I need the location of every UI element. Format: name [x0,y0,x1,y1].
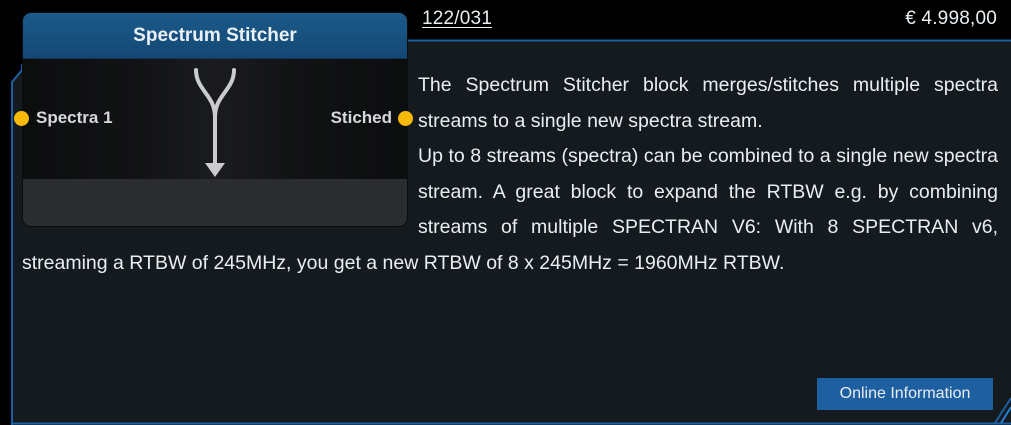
price-label: € 4.998,00 [905,8,997,29]
output-port-label: Stiched [330,108,392,127]
input-port-label: Spectra 1 [36,108,113,127]
online-information-button[interactable]: Online Information [817,378,993,410]
node-title: Spectrum Stitcher [133,25,297,46]
merge-arrow-head [205,163,225,177]
merge-arrow-left-branch [194,68,217,119]
article-number-link[interactable]: 122/031 [422,8,492,30]
merge-arrow-icon [194,68,236,177]
output-port-dot[interactable] [398,111,413,126]
description-paragraph-1: The Spectrum Stitcher block merges/stitc… [418,74,998,132]
input-port-dot[interactable] [14,111,29,126]
merge-arrow-right-branch [213,68,236,119]
product-page: 122/031 € 4.998,00 The Spectrum Stitcher… [0,0,1011,425]
